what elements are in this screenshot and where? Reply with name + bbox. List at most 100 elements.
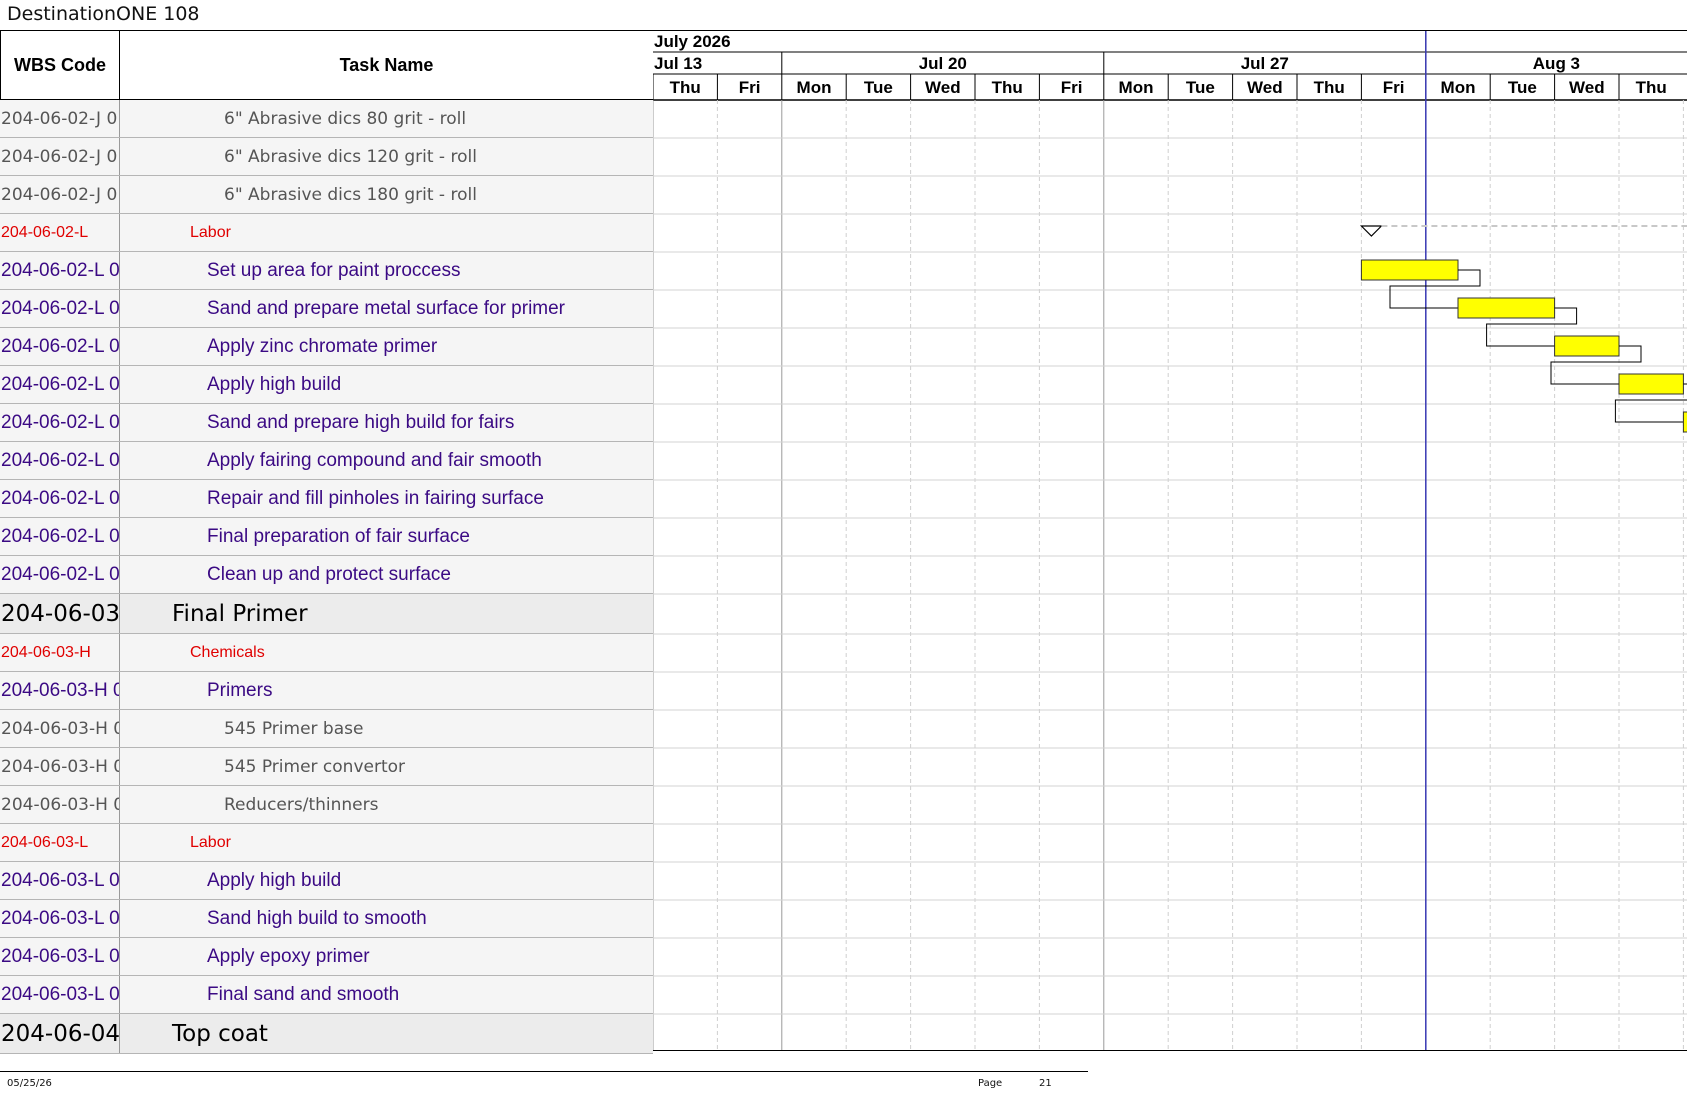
task-name-cell[interactable]: Apply zinc chromate primer [121, 328, 653, 365]
table-row[interactable]: 204-06-02-J 01 6" Abrasive dics 180 grit … [0, 176, 653, 214]
footer-page-label: Page [978, 1078, 1003, 1089]
table-row[interactable]: 204-06-02-L 0 Sand and prepare metal surf… [0, 290, 653, 328]
task-name-cell[interactable]: 6" Abrasive dics 120 grit - roll [121, 138, 653, 175]
table-row[interactable]: 204-06-03-L Labor [0, 824, 653, 862]
task-name-cell[interactable]: Final Primer [121, 594, 653, 633]
table-row[interactable]: 204-06-02-L 0 Apply high build [0, 366, 653, 404]
week-label: Jul 27 [1241, 54, 1289, 73]
wbs-code-cell[interactable]: 204-06-03-H 01 [0, 786, 120, 823]
task-name-cell[interactable]: Apply high build [121, 366, 653, 403]
task-bar [1618, 373, 1684, 395]
table-row[interactable]: 204-06-03-L 0 Final sand and smooth [0, 976, 653, 1014]
column-header-task-name[interactable]: Task Name [120, 31, 653, 100]
wbs-code-cell[interactable]: 204-06-02-L [0, 214, 120, 251]
wbs-code-cell[interactable]: 204-06-02-L 0 [0, 442, 120, 479]
task-name-cell[interactable]: Apply epoxy primer [121, 938, 653, 975]
task-name-cell[interactable]: 6" Abrasive dics 180 grit - roll [121, 176, 653, 213]
wbs-code-cell[interactable]: 204-06-03-L [0, 824, 120, 861]
table-row[interactable]: 204-06-02-L 0 Set up area for paint procc… [0, 252, 653, 290]
gantt-timeline: July 2026 Jul 13 Jul 20 Jul 27 Aug 3 Thu Fri Mo… [653, 31, 1687, 1050]
task-name-cell[interactable]: Primers [121, 672, 653, 709]
task-name-cell[interactable]: Final preparation of fair surface [121, 518, 653, 555]
wbs-code-cell[interactable]: 204-06-02-L 0 [0, 480, 120, 517]
table-row[interactable]: 204-06-03-L 0 Sand high build to smooth [0, 900, 653, 938]
table-row[interactable]: 204-06-02-L 0 Repair and fill pinholes in… [0, 480, 653, 518]
table-row[interactable]: 204-06-02-J 01 6" Abrasive dics 120 grit … [0, 138, 653, 176]
table-row[interactable]: 204-06-02-L 0 Clean up and protect surfac… [0, 556, 653, 594]
table-row[interactable]: 204-06-03-L 0 Apply high build [0, 862, 653, 900]
week-label: Jul 20 [919, 54, 967, 73]
table-row[interactable]: 204-06-03 Final Primer [0, 594, 653, 634]
table-row[interactable]: 204-06-02-L 0 Apply zinc chromate primer [0, 328, 653, 366]
day-label: Fri [1061, 78, 1083, 97]
wbs-code-cell[interactable]: 204-06-02-L 0 [0, 518, 120, 555]
wbs-code-cell[interactable]: 204-06-03 [0, 594, 120, 633]
table-row[interactable]: 204-06-02-L 0 Apply fairing compound and … [0, 442, 653, 480]
wbs-code-cell[interactable]: 204-06-03-L 0 [0, 938, 120, 975]
table-row[interactable]: 204-06-03-H 01Reducers/thinners [0, 786, 653, 824]
wbs-code-cell[interactable]: 204-06-03-L 0 [0, 976, 120, 1013]
table-row[interactable]: 204-06-02-L 0 Sand and prepare high build… [0, 404, 653, 442]
wbs-code-cell[interactable]: 204-06-04 [0, 1014, 120, 1053]
task-bar [1360, 259, 1459, 281]
wbs-code-cell[interactable]: 204-06-03-H 01 [0, 748, 120, 785]
task-name-cell[interactable]: Sand and prepare metal surface for prime… [121, 290, 653, 327]
wbs-code-cell[interactable]: 204-06-03-H 01 [0, 710, 120, 747]
wbs-code-cell[interactable]: 204-06-02-J 01 [0, 100, 120, 137]
gantt-grid: WBS Code Task Name 204-06-02-J 01 6" Abra… [0, 30, 1687, 1054]
task-name-cell[interactable]: Labor [121, 824, 653, 861]
table-row[interactable]: 204-06-03-H 01545 Primer base [0, 710, 653, 748]
task-name-cell[interactable]: Chemicals [121, 634, 653, 671]
footer-divider [0, 1071, 1088, 1072]
task-name-cell[interactable]: Apply high build [121, 862, 653, 899]
wbs-code-cell[interactable]: 204-06-02-L 0 [0, 328, 120, 365]
document-title: DestinationONE 108 [7, 3, 200, 25]
column-header-wbs-code[interactable]: WBS Code [0, 31, 120, 100]
task-name-cell[interactable]: Reducers/thinners [121, 786, 653, 823]
footer-date: 05/25/26 [7, 1078, 52, 1089]
day-label: Tue [864, 78, 893, 97]
table-row[interactable]: 204-06-03-H 0 Primers [0, 672, 653, 710]
week-label: Jul 13 [654, 54, 702, 73]
task-name-cell[interactable]: Apply fairing compound and fair smooth [121, 442, 653, 479]
task-name-cell[interactable]: 6" Abrasive dics 80 grit - roll [121, 100, 653, 137]
wbs-code-cell[interactable]: 204-06-02-L 0 [0, 404, 120, 441]
task-name-cell[interactable]: Repair and fill pinholes in fairing surf… [121, 480, 653, 517]
table-row[interactable]: 204-06-03-H Chemicals [0, 634, 653, 672]
wbs-code-cell[interactable]: 204-06-03-H [0, 634, 120, 671]
task-name-cell[interactable]: 545 Primer base [121, 710, 653, 747]
task-name-cell[interactable]: Sand high build to smooth [121, 900, 653, 937]
wbs-code-cell[interactable]: 204-06-02-L 0 [0, 556, 120, 593]
wbs-code-cell[interactable]: 204-06-02-L 0 [0, 290, 120, 327]
table-row[interactable]: 204-06-04 Top coat [0, 1014, 653, 1054]
wbs-code-cell[interactable]: 204-06-03-L 0 [0, 900, 120, 937]
month-label: July 2026 [654, 32, 731, 51]
task-name-cell[interactable]: Sand and prepare high build for fairs [121, 404, 653, 441]
table-row[interactable]: 204-06-03-L 0 Apply epoxy primer [0, 938, 653, 976]
task-name-cell[interactable]: 545 Primer convertor [121, 748, 653, 785]
wbs-code-cell[interactable]: 204-06-02-J 01 [0, 176, 120, 213]
day-label: Thu [992, 78, 1023, 97]
table-row[interactable]: 204-06-02-L 0 Final preparation of fair s… [0, 518, 653, 556]
wbs-code-cell[interactable]: 204-06-03-L 0 [0, 862, 120, 899]
table-row[interactable]: 204-06-03-H 01545 Primer convertor [0, 748, 653, 786]
day-label: Tue [1508, 78, 1537, 97]
task-bar [1457, 297, 1556, 319]
wbs-code-cell[interactable]: 204-06-02-L 0 [0, 366, 120, 403]
wbs-code-cell[interactable]: 204-06-02-L 0 [0, 252, 120, 289]
day-label: Fri [739, 78, 761, 97]
task-name-cell[interactable]: Set up area for paint proccess [121, 252, 653, 289]
table-row[interactable]: 204-06-02-L Labor [0, 214, 653, 252]
task-name-cell[interactable]: Final sand and smooth [121, 976, 653, 1013]
task-name-cell[interactable]: Clean up and protect surface [121, 556, 653, 593]
task-name-cell[interactable]: Labor [121, 214, 653, 251]
task-name-cell[interactable]: Top coat [121, 1014, 653, 1053]
wbs-code-cell[interactable]: 204-06-03-H 0 [0, 672, 120, 709]
table-header: WBS Code Task Name [0, 31, 653, 100]
wbs-code-cell[interactable]: 204-06-02-J 01 [0, 138, 120, 175]
day-label: Wed [925, 78, 961, 97]
table-row[interactable]: 204-06-02-J 01 6" Abrasive dics 80 grit -… [0, 100, 653, 138]
task-bar [1682, 411, 1687, 433]
task-bar [1554, 335, 1620, 357]
day-label: Thu [670, 78, 701, 97]
